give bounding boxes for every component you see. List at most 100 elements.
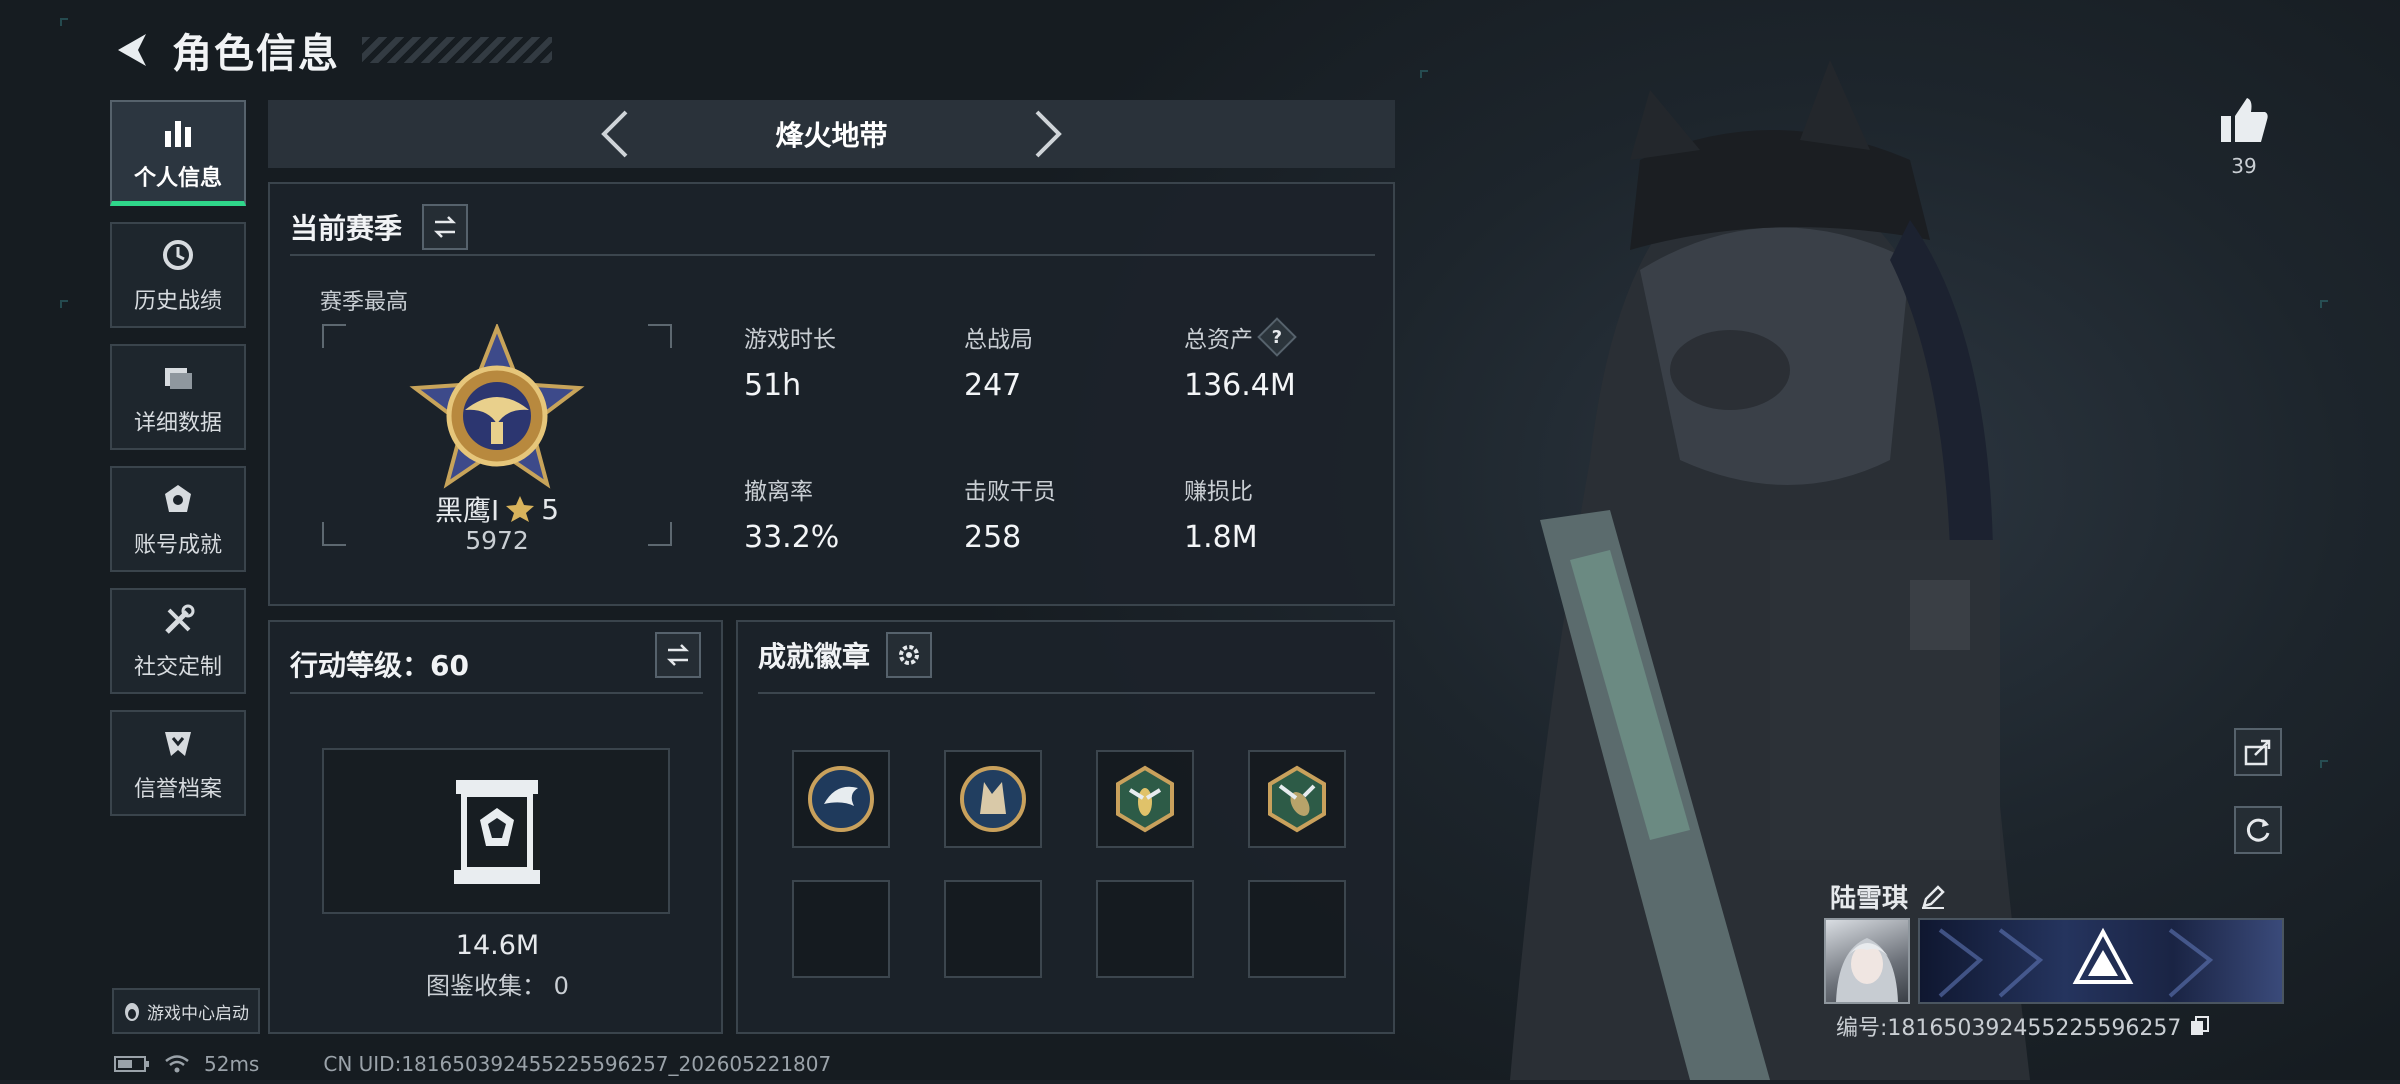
- copy-icon[interactable]: [2189, 1015, 2211, 1037]
- stat-total-assets: 总资产 ? 136.4M: [1184, 317, 1297, 403]
- rank-name-row: 黑鹰I 5: [322, 489, 672, 529]
- grid-mark: [2320, 300, 2328, 308]
- grid-mark: [60, 300, 68, 308]
- stat-value: 258: [964, 520, 1022, 555]
- nav-item-reputation[interactable]: 信誉档案: [110, 710, 246, 816]
- divider: [290, 254, 1375, 256]
- badge-slot[interactable]: [792, 750, 890, 848]
- badge-slot-empty[interactable]: [1248, 880, 1346, 978]
- nav-label: 历史战绩: [133, 289, 222, 314]
- chevron-left-icon[interactable]: [595, 109, 635, 159]
- achievement-title: 成就徽章: [758, 640, 871, 673]
- player-id-row: 编号:181650392455225596257: [1836, 1010, 2211, 1042]
- badge-slot[interactable]: [1096, 750, 1194, 848]
- stat-value: 136.4M: [1184, 368, 1296, 403]
- side-nav: 个人信息 历史战绩 详细数据 账号成就 社交定制 信誉档案: [110, 100, 250, 832]
- stat-value: 1.8M: [1184, 520, 1258, 555]
- like-widget[interactable]: 39: [2216, 96, 2272, 178]
- edit-icon[interactable]: [1920, 884, 1946, 910]
- chevron-right-icon[interactable]: [1028, 109, 1068, 159]
- gear-icon: [899, 645, 920, 665]
- stat-value: 51h: [744, 368, 802, 403]
- share-icon: [2244, 739, 2271, 766]
- back-arrow-icon[interactable]: [110, 28, 154, 72]
- game-mode-tab: 烽火地带: [268, 100, 1395, 168]
- player-name-row: 陆雪琪: [1830, 878, 1946, 915]
- refresh-button[interactable]: [2234, 806, 2282, 854]
- rank-stars: 5: [541, 492, 560, 526]
- tools-icon: [158, 601, 198, 641]
- nav-label: 账号成就: [133, 533, 222, 558]
- collection-value: 14.6M: [455, 930, 540, 961]
- name-card-banner[interactable]: [1918, 918, 2284, 1004]
- stat-value: 33.2%: [744, 520, 840, 555]
- avatar[interactable]: [1824, 918, 1910, 1004]
- badge-slot-empty[interactable]: [944, 880, 1042, 978]
- shield-icon: [158, 723, 198, 763]
- stat-total-matches: 总战局 247: [964, 320, 1033, 403]
- stat-game-time: 游戏时长 51h: [744, 320, 836, 403]
- player-name: 陆雪琪: [1830, 884, 1909, 914]
- stat-label: 赚损比: [1184, 479, 1253, 505]
- badge-slot-empty[interactable]: [792, 880, 890, 978]
- history-icon: [158, 235, 198, 275]
- wifi-icon: [165, 1055, 189, 1073]
- share-button[interactable]: [2234, 728, 2282, 776]
- action-level-title: 行动等级：60: [290, 649, 469, 682]
- stat-extract-rate: 撤离率 33.2%: [744, 472, 839, 555]
- stat-label: 击败干员: [964, 479, 1056, 505]
- badge-slot[interactable]: [1248, 750, 1346, 848]
- divider: [758, 692, 1375, 694]
- stat-label: 总战局: [964, 327, 1033, 353]
- badge-slot[interactable]: [944, 750, 1042, 848]
- achievement-panel: 成就徽章: [736, 620, 1395, 1034]
- rank-emblem-icon: [407, 322, 587, 508]
- nav-item-detail[interactable]: 详细数据: [110, 344, 246, 450]
- stat-label: 撤离率: [744, 479, 813, 505]
- nav-item-achievement[interactable]: 账号成就: [110, 466, 246, 572]
- season-best-label: 赛季最高: [320, 290, 409, 315]
- nav-label: 社交定制: [133, 655, 222, 680]
- collection-display[interactable]: [322, 748, 670, 914]
- page-title: 角色信息: [172, 31, 340, 77]
- stat-profit-ratio: 赚损比 1.8M: [1184, 472, 1258, 555]
- nav-item-social[interactable]: 社交定制: [110, 588, 246, 694]
- penguin-icon: [125, 1003, 139, 1021]
- collection-count: 图鉴收集： 0: [426, 972, 569, 1000]
- uid-text: CN UID:181650392455225596257_20260522180…: [323, 1052, 832, 1076]
- badge-slot-empty[interactable]: [1096, 880, 1194, 978]
- grid-mark: [2320, 760, 2328, 768]
- season-panel: 当前赛季 赛季最高 黑鹰I 5 5972 游戏时长 51h 总战局 247 总资…: [268, 182, 1395, 606]
- collection-case-icon: [452, 778, 542, 892]
- nav-item-profile[interactable]: 个人信息: [110, 100, 246, 206]
- player-id: 编号:181650392455225596257: [1836, 1016, 2182, 1041]
- stat-value: 247: [964, 368, 1022, 403]
- bar-chart-icon: [158, 112, 198, 152]
- refresh-icon: [2246, 818, 2270, 842]
- battery-icon: [114, 1056, 149, 1072]
- folder-icon: [158, 357, 198, 397]
- switch-season-button[interactable]: [422, 204, 469, 250]
- status-bar: 52ms CN UID:181650392455225596257_202605…: [114, 1052, 831, 1076]
- rank-score: 5972: [465, 526, 529, 555]
- star-icon: [506, 496, 535, 522]
- season-header: 当前赛季: [290, 204, 469, 250]
- title-decoration: [362, 37, 552, 63]
- help-icon[interactable]: ?: [1257, 317, 1297, 357]
- nav-item-history[interactable]: 历史战绩: [110, 222, 246, 328]
- nav-label: 个人信息: [133, 165, 222, 191]
- game-mode-name: 烽火地带: [775, 119, 888, 152]
- achievement-settings-button[interactable]: [886, 632, 933, 678]
- hornet-badge-icon: [1268, 765, 1326, 833]
- action-level-panel: 行动等级：60 14.6M 图鉴收集： 0: [268, 620, 723, 1034]
- title-bar: 角色信息: [110, 20, 552, 80]
- wasp-badge-icon: [1116, 765, 1174, 833]
- game-center-button[interactable]: 游戏中心启动: [112, 988, 260, 1034]
- nav-label: 详细数据: [133, 411, 222, 436]
- grid-mark: [60, 18, 68, 26]
- thumbs-up-icon[interactable]: [2219, 96, 2269, 144]
- medal-icon: [158, 479, 198, 519]
- rank-name: 黑鹰I: [434, 494, 500, 527]
- game-center-label: 游戏中心启动: [147, 1003, 249, 1024]
- switch-level-button[interactable]: [655, 632, 701, 678]
